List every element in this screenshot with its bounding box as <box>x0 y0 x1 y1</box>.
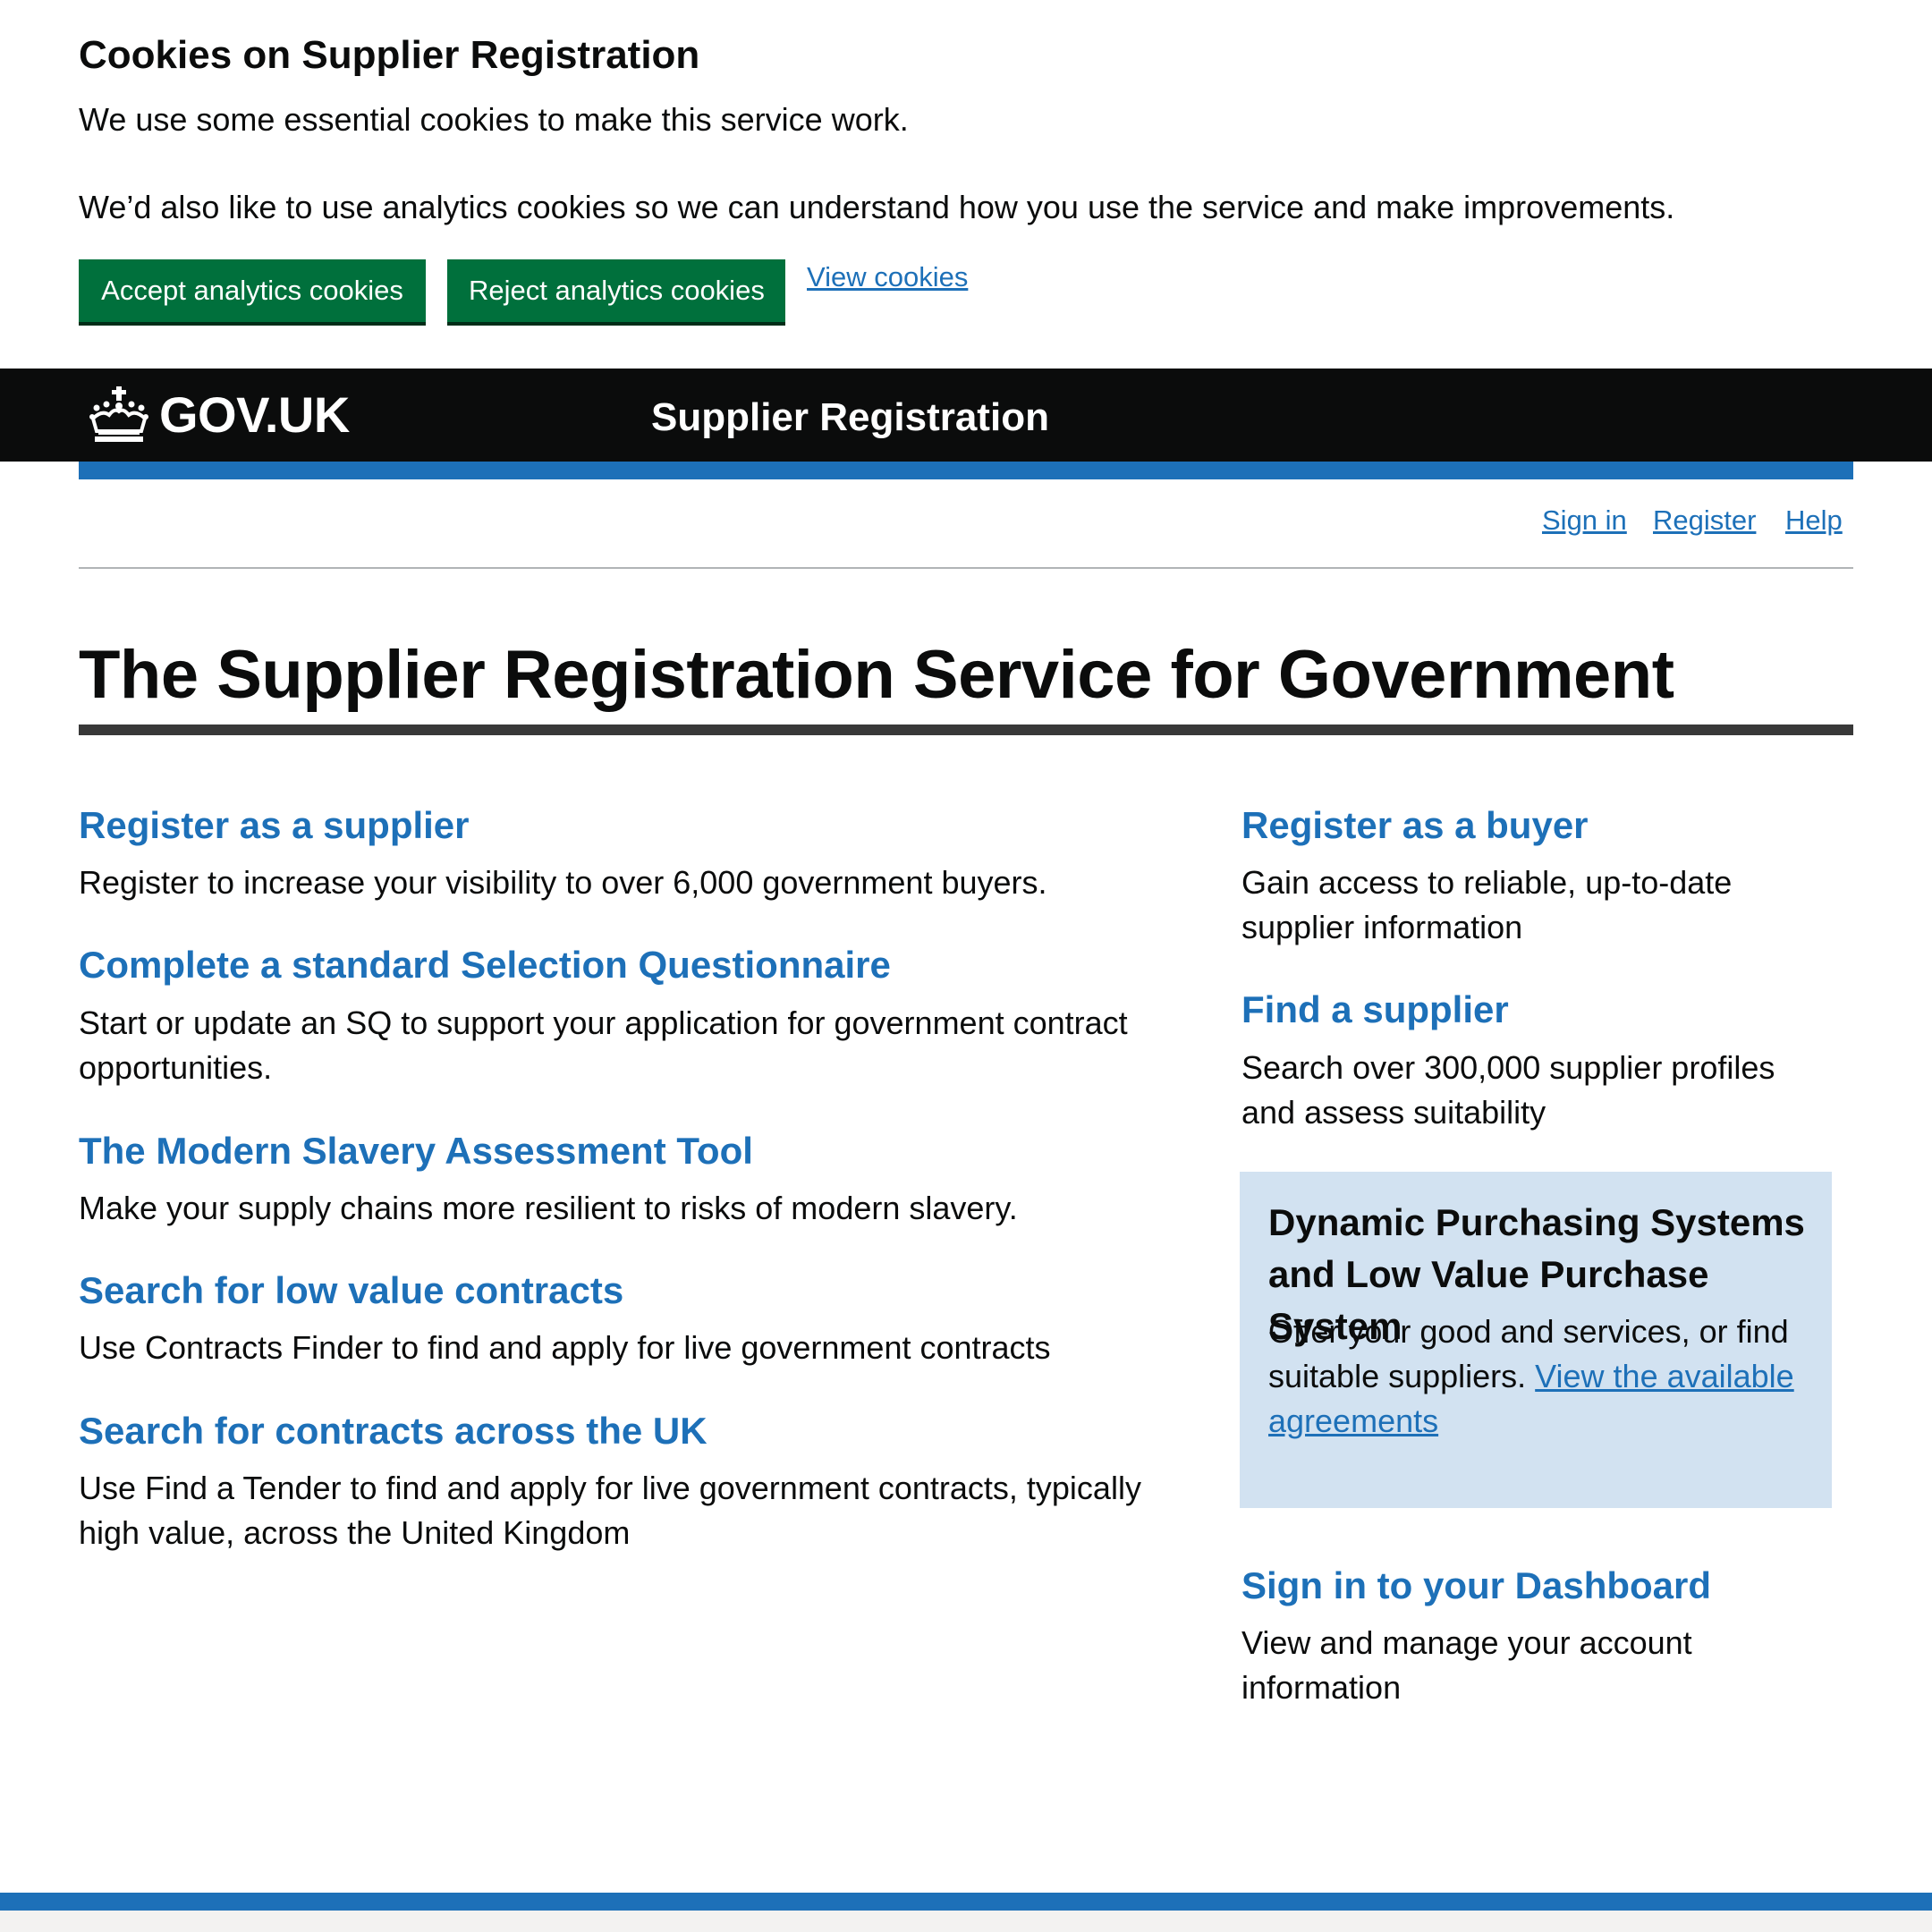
selection-questionnaire-description: opportunities. <box>79 1049 273 1086</box>
register-buyer-description: Gain access to reliable, up-to-date <box>1241 864 1733 901</box>
accept-cookies-button[interactable]: Accept analytics cookies <box>79 259 426 322</box>
cookie-banner-text: We’d also like to use analytics cookies … <box>79 189 1675 225</box>
register-buyer-link[interactable]: Register as a buyer <box>1241 803 1589 848</box>
modern-slavery-description: Make your supply chains more resilient t… <box>79 1190 1018 1226</box>
govuk-logo-text: GOV.UK <box>159 386 350 443</box>
find-supplier-link[interactable]: Find a supplier <box>1241 987 1509 1032</box>
dashboard-description: View and manage your account <box>1241 1624 1692 1661</box>
low-value-contracts-description: Use Contracts Finder to find and apply f… <box>79 1329 1051 1366</box>
dashboard-sign-in-link[interactable]: Sign in to your Dashboard <box>1241 1563 1711 1608</box>
nav-sign-in-link[interactable]: Sign in <box>1542 503 1627 538</box>
cookie-banner-text: We use some essential cookies to make th… <box>79 101 909 138</box>
selection-questionnaire-description: Start or update an SQ to support your ap… <box>79 1004 1128 1041</box>
site-footer <box>0 1911 1932 1932</box>
register-supplier-link[interactable]: Register as a supplier <box>79 803 470 848</box>
nav-register-link[interactable]: Register <box>1653 503 1756 538</box>
reject-cookies-button[interactable]: Reject analytics cookies <box>447 259 785 322</box>
govuk-logo-link[interactable]: GOV.UK <box>89 381 350 449</box>
header-blue-bar <box>79 462 1853 479</box>
view-cookies-link[interactable]: View cookies <box>807 259 968 295</box>
contracts-uk-description: Use Find a Tender to find and apply for … <box>79 1470 1141 1506</box>
site-header: GOV.UK Supplier Registration <box>0 369 1932 462</box>
modern-slavery-link[interactable]: The Modern Slavery Assessment Tool <box>79 1129 753 1174</box>
crown-icon <box>89 386 148 442</box>
low-value-contracts-link[interactable]: Search for low value contracts <box>79 1268 623 1313</box>
service-name-link[interactable]: Supplier Registration <box>651 395 1049 440</box>
contracts-uk-link[interactable]: Search for contracts across the UK <box>79 1409 708 1453</box>
dps-panel-text: Offer your good and services, or find su… <box>1268 1309 1823 1444</box>
footer-blue-bar <box>0 1893 1932 1911</box>
cookie-banner: Cookies on Supplier Registration We use … <box>0 0 1932 369</box>
page-title: The Supplier Registration Service for Go… <box>79 637 1674 713</box>
find-supplier-description: and assess suitability <box>1241 1094 1546 1131</box>
nav-divider <box>79 567 1853 569</box>
selection-questionnaire-link[interactable]: Complete a standard Selection Questionna… <box>79 943 891 987</box>
find-supplier-description: Search over 300,000 supplier profiles <box>1241 1049 1775 1086</box>
cookie-banner-title: Cookies on Supplier Registration <box>79 33 700 77</box>
dashboard-description: information <box>1241 1669 1402 1706</box>
nav-help-link[interactable]: Help <box>1785 503 1843 538</box>
title-divider <box>79 724 1853 735</box>
contracts-uk-description: high value, across the United Kingdom <box>79 1514 631 1551</box>
register-buyer-description: supplier information <box>1241 909 1523 945</box>
register-supplier-description: Register to increase your visibility to … <box>79 864 1047 901</box>
